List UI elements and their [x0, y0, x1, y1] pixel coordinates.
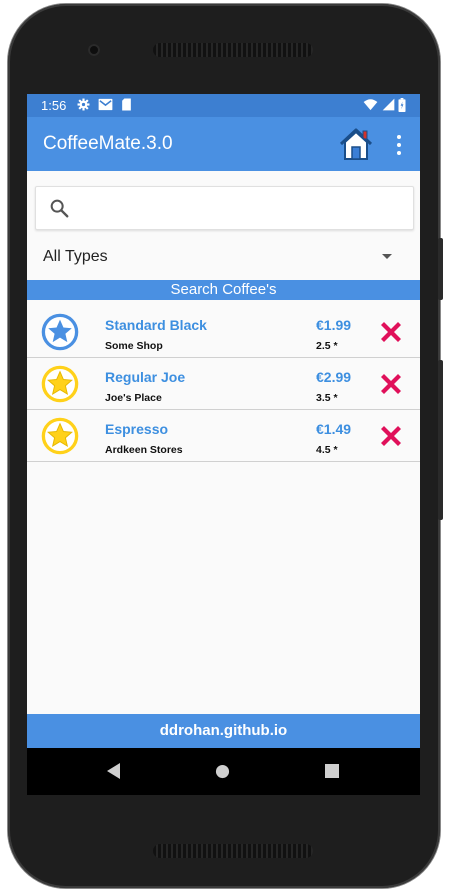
recents-icon[interactable] [325, 764, 339, 778]
system-nav-bar [27, 748, 420, 795]
search-input[interactable] [80, 193, 404, 225]
coffee-price: €1.99 [316, 317, 352, 333]
delete-icon[interactable] [377, 370, 405, 398]
home-icon[interactable] [338, 126, 374, 162]
app-bar: CoffeeMate.3.0 [27, 117, 420, 171]
app-title: CoffeeMate.3.0 [43, 133, 173, 154]
star-icon[interactable] [41, 313, 79, 351]
search-icon [50, 199, 69, 218]
footer-link[interactable]: ddrohan.github.io [27, 714, 420, 748]
coffee-rating: 2.5 * [316, 340, 338, 352]
sd-card-icon [122, 98, 131, 111]
coffee-row[interactable]: Regular Joe Joe's Place €2.99 3.5 * [27, 358, 420, 410]
coffee-price: €2.99 [316, 369, 352, 385]
wifi-icon [363, 99, 378, 111]
gmail-icon [98, 98, 113, 111]
coffee-shop: Some Shop [105, 340, 163, 352]
power-button [438, 238, 443, 300]
top-speaker [153, 43, 313, 57]
home-circle-icon[interactable] [215, 764, 230, 779]
favourite-star-icon[interactable] [41, 365, 79, 403]
more-vert-icon[interactable] [393, 134, 405, 156]
battery-icon [398, 98, 406, 112]
coffee-price: €1.49 [316, 421, 352, 437]
gear-icon [77, 98, 90, 111]
volume-button [438, 360, 443, 520]
section-header: Search Coffee's [27, 280, 420, 300]
coffee-shop: Joe's Place [105, 392, 162, 404]
favourite-star-icon[interactable] [41, 417, 79, 455]
back-icon[interactable] [106, 762, 122, 780]
bottom-speaker [153, 844, 313, 858]
type-dropdown-value: All Types [43, 248, 108, 265]
status-time: 1:56 [41, 98, 67, 113]
coffee-shop: Ardkeen Stores [105, 444, 183, 456]
delete-icon[interactable] [377, 422, 405, 450]
coffee-name: Espresso [105, 421, 169, 437]
coffee-row[interactable]: Standard Black Some Shop €1.99 2.5 * [27, 306, 420, 358]
coffee-rating: 3.5 * [316, 392, 338, 404]
type-dropdown[interactable]: All Types [35, 242, 412, 272]
chevron-down-icon [382, 254, 392, 259]
status-bar: 1:56 [27, 94, 420, 117]
search-box[interactable] [35, 186, 414, 230]
app-screen: 1:56 CoffeeMate.3.0 All Types Search Cof… [27, 94, 420, 795]
delete-icon[interactable] [377, 318, 405, 346]
signal-icon [382, 98, 395, 111]
front-camera [88, 44, 100, 56]
coffee-row[interactable]: Espresso Ardkeen Stores €1.49 4.5 * [27, 410, 420, 462]
coffee-name: Standard Black [105, 317, 207, 333]
coffee-rating: 4.5 * [316, 444, 338, 456]
coffee-name: Regular Joe [105, 369, 186, 385]
coffee-list: Standard Black Some Shop €1.99 2.5 * Reg… [27, 306, 420, 462]
